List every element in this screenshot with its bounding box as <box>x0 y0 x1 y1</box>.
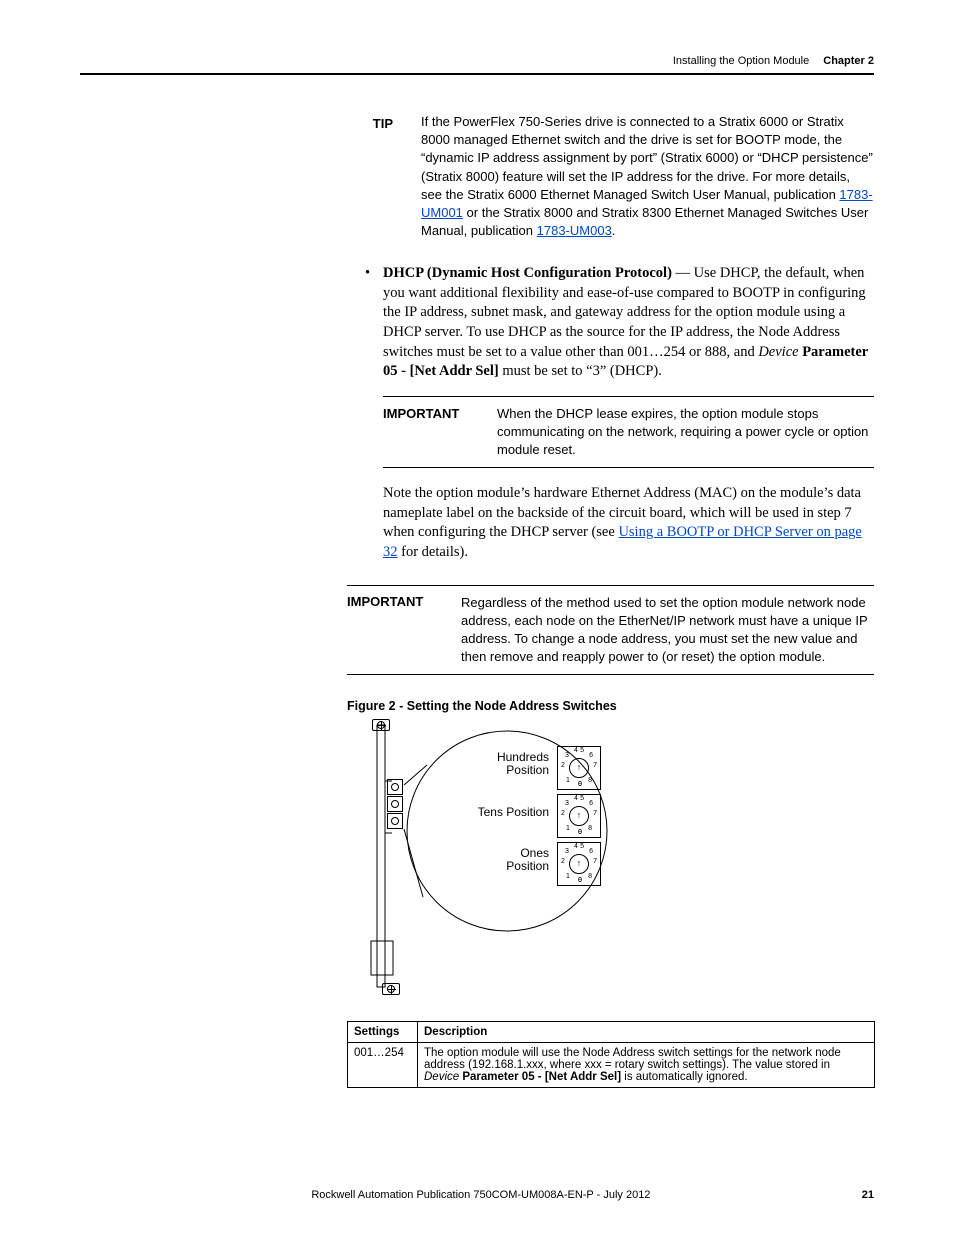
module-illustration <box>347 721 867 1011</box>
chapter-label: Chapter 2 <box>823 55 874 67</box>
tip-text-b: or the Stratix 8000 and Stratix 8300 Eth… <box>421 205 868 238</box>
th-settings: Settings <box>348 1022 418 1043</box>
main-content: TIP If the PowerFlex 750-Series drive is… <box>365 113 874 563</box>
link-1783-um003[interactable]: 1783-UM003 <box>537 223 612 238</box>
important-box-2: IMPORTANT Regardless of the method used … <box>347 585 874 676</box>
page-header: Installing the Option Module Chapter 2 <box>80 55 874 75</box>
th-description: Description <box>418 1022 875 1043</box>
rotary-hundreds: 0 1 2 3 4 5 6 7 8 9 ↑ <box>557 746 601 790</box>
note-paragraph: Note the option module’s hardware Ethern… <box>365 484 874 562</box>
note-text-b: for details). <box>398 544 468 560</box>
rotary-tens: 0 1 2 3 4 5 6 7 8 9 ↑ <box>557 794 601 838</box>
small-rotary-tens <box>387 796 403 812</box>
important-label-1: IMPORTANT <box>383 405 471 460</box>
rotary-ones: 0 1 2 3 4 5 6 7 8 9 ↑ <box>557 842 601 886</box>
dhcp-tail: must be set to “3” (DHCP). <box>499 363 662 379</box>
cell-description: The option module will use the Node Addr… <box>418 1043 875 1088</box>
settings-table: Settings Description 001…254 The option … <box>347 1021 875 1088</box>
publication-id: Rockwell Automation Publication 750COM-U… <box>100 1189 862 1201</box>
tip-text-a: If the PowerFlex 750-Series drive is con… <box>421 114 873 202</box>
dhcp-device: Device <box>758 344 798 360</box>
small-rotary-hundreds <box>387 779 403 795</box>
figure-2: Hundreds Position Tens Position Ones Pos… <box>347 721 867 1011</box>
table-row: 001…254 The option module will use the N… <box>348 1043 875 1088</box>
tip-label: TIP <box>365 113 393 240</box>
cell-settings: 001…254 <box>348 1043 418 1088</box>
page-footer: Rockwell Automation Publication 750COM-U… <box>80 1189 874 1201</box>
tens-label: Tens Position <box>478 806 549 819</box>
small-rotary-ones <box>387 813 403 829</box>
screw-top-icon <box>372 719 390 731</box>
tip-block: TIP If the PowerFlex 750-Series drive is… <box>365 113 874 240</box>
tip-text-c: . <box>612 223 616 238</box>
position-labels: Hundreds Position Tens Position Ones Pos… <box>477 751 549 873</box>
important-text-1: When the DHCP lease expires, the option … <box>497 405 874 460</box>
important-box-1: IMPORTANT When the DHCP lease expires, t… <box>383 396 874 469</box>
figure-caption: Figure 2 - Setting the Node Address Swit… <box>347 699 874 713</box>
page-number: 21 <box>862 1189 874 1201</box>
tip-body: If the PowerFlex 750-Series drive is con… <box>421 113 874 240</box>
ones-label: Ones Position <box>477 847 549 873</box>
rotary-switches: 0 1 2 3 4 5 6 7 8 9 ↑ 0 1 2 3 4 5 6 7 8 … <box>557 746 601 886</box>
small-rotary-group <box>387 779 403 829</box>
dhcp-bullet: DHCP (Dynamic Host Configuration Protoco… <box>365 264 874 381</box>
breadcrumb: Installing the Option Module <box>673 55 809 67</box>
hundreds-label: Hundreds Position <box>477 751 549 777</box>
screw-bottom-icon <box>382 983 400 995</box>
dhcp-lead: DHCP (Dynamic Host Configuration Protoco… <box>383 265 672 281</box>
important-text-2: Regardless of the method used to set the… <box>461 594 874 667</box>
important-label-2: IMPORTANT <box>347 594 435 667</box>
